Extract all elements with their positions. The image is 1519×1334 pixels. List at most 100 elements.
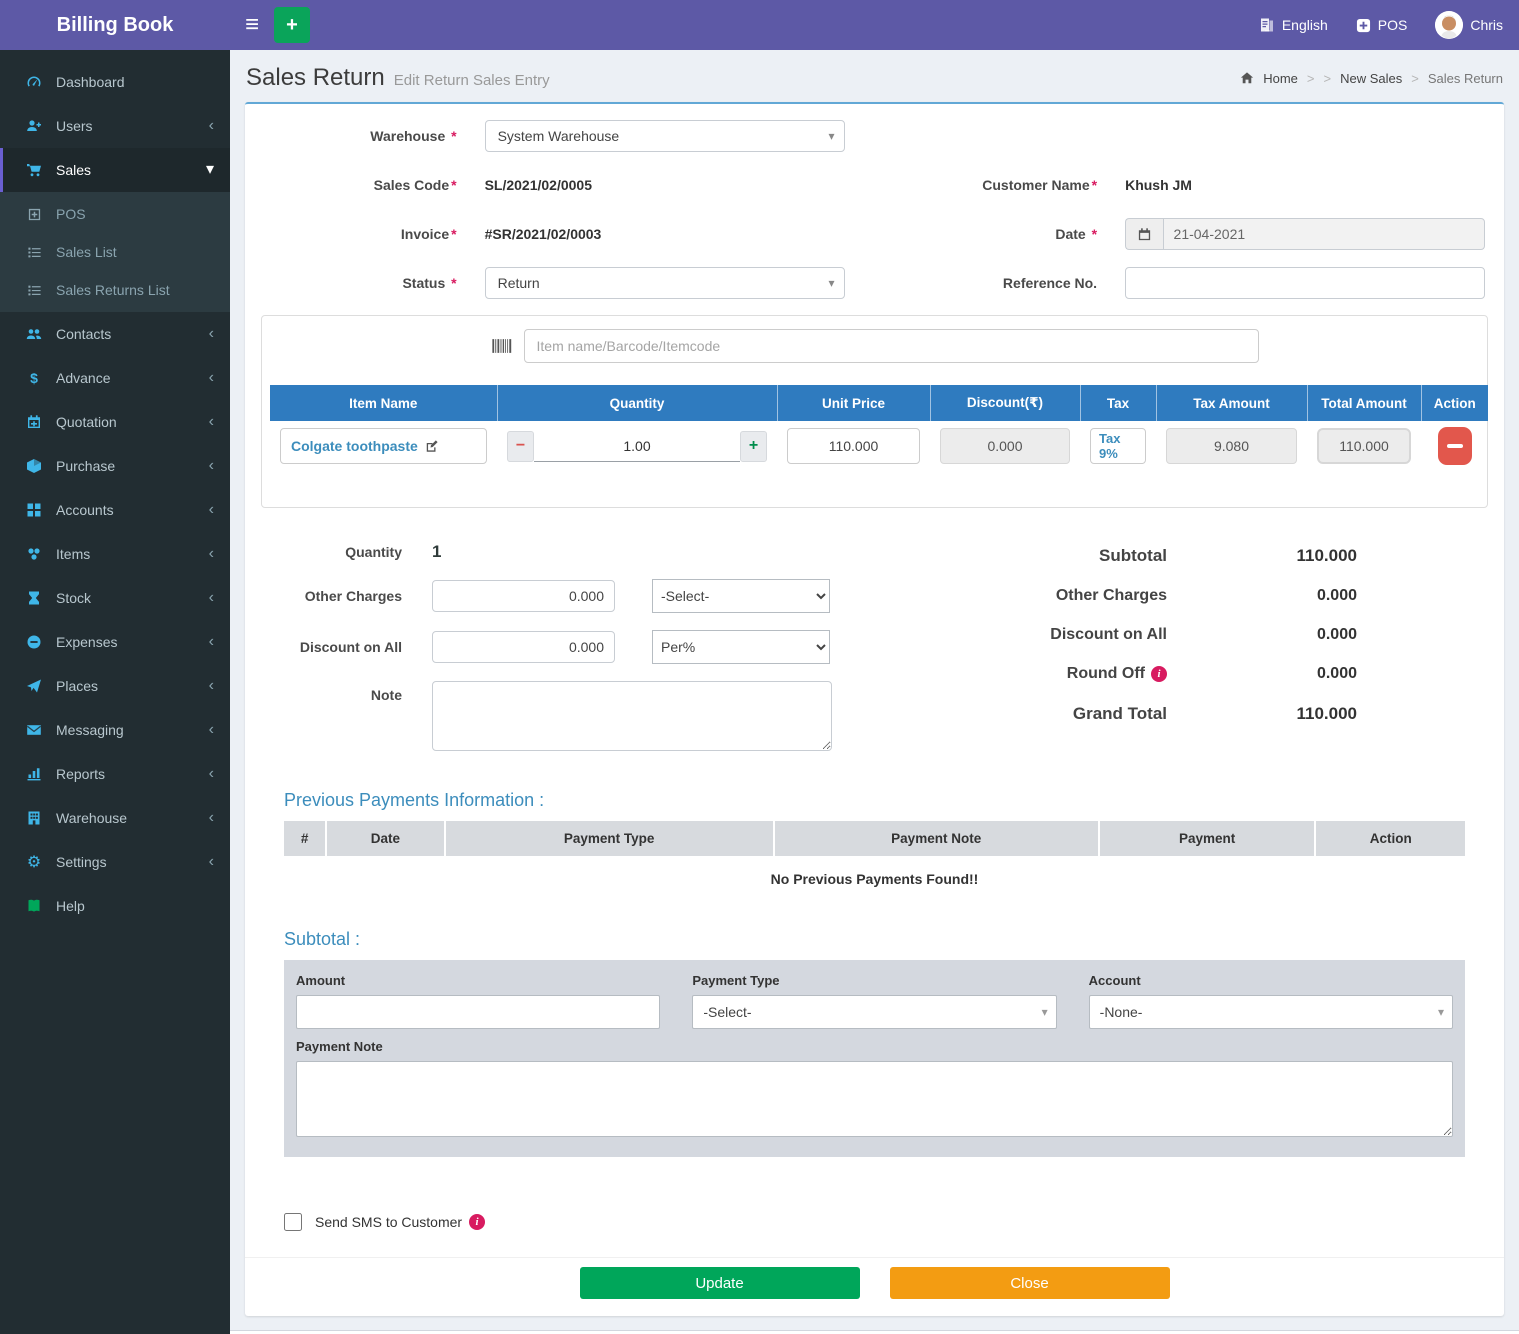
info-icon: i: [1151, 666, 1167, 682]
sales-return-panel: Warehouse * System Warehouse▾ Sales Code…: [245, 102, 1504, 1316]
page-title: Sales Return: [246, 64, 385, 91]
customer-name-label: Customer Name*: [905, 177, 1126, 193]
update-button[interactable]: Update: [580, 1267, 860, 1299]
send-sms-checkbox[interactable]: [284, 1213, 302, 1231]
other-charges-select[interactable]: -Select-: [652, 579, 830, 613]
quantity-input[interactable]: [534, 431, 740, 462]
sidebar-item-reports[interactable]: Reports ‹: [0, 752, 230, 796]
sidebar-item-label: Dashboard: [56, 74, 125, 90]
sidebar-item-users[interactable]: Users ‹: [0, 104, 230, 148]
chevron-left-icon: ‹: [209, 370, 214, 386]
totals-summary: Subtotal 110.000 Other Charges 0.000 Dis…: [948, 542, 1489, 768]
sidebar-item-label: Settings: [56, 854, 107, 870]
chevron-left-icon: ‹: [209, 502, 214, 518]
sidebar-item-label: Quotation: [56, 414, 117, 430]
total-amount-input[interactable]: [1317, 428, 1411, 464]
dollar-icon: $: [25, 370, 43, 386]
items-box: Item Name Quantity Unit Price Discount(₹…: [261, 315, 1488, 508]
sidebar-item-advance[interactable]: $ Advance ‹: [0, 356, 230, 400]
col-total-amount: Total Amount: [1307, 385, 1421, 421]
account-value: -None-: [1100, 1004, 1143, 1020]
account-select[interactable]: -None-▾: [1089, 995, 1453, 1029]
edit-item-icon[interactable]: [425, 439, 439, 453]
col-item-name: Item Name: [270, 385, 497, 421]
sidebar-item-label: Sales: [56, 162, 91, 178]
sidebar-item-places[interactable]: Places ‹: [0, 664, 230, 708]
chevron-left-icon: ‹: [209, 546, 214, 562]
col-unit-price: Unit Price: [777, 385, 930, 421]
quick-add-button[interactable]: +: [274, 7, 310, 43]
other-charges-total-value: 0.000: [1207, 587, 1357, 605]
sidebar-subitem-sales-list[interactable]: Sales List: [0, 233, 230, 271]
tax-select[interactable]: Tax 9%: [1090, 428, 1146, 464]
discount-on-all-input[interactable]: [432, 631, 615, 663]
other-charges-label: Other Charges: [260, 588, 432, 604]
sidebar-item-stock[interactable]: Stock ‹: [0, 576, 230, 620]
date-label: Date *: [905, 226, 1126, 242]
sidebar-item-messaging[interactable]: Messaging ‹: [0, 708, 230, 752]
no-payments-row: No Previous Payments Found!!: [284, 856, 1465, 913]
sidebar-item-quotation[interactable]: Quotation ‹: [0, 400, 230, 444]
remove-item-button[interactable]: [1438, 427, 1472, 465]
item-name-cell: Colgate toothpaste: [280, 428, 487, 464]
reference-no-label: Reference No.: [905, 275, 1126, 291]
hamburger-menu-icon[interactable]: ≡: [230, 0, 274, 50]
sidebar-item-settings[interactable]: ⚙ Settings ‹: [0, 840, 230, 884]
sidebar-item-items[interactable]: Items ‹: [0, 532, 230, 576]
breadcrumb-new-sales[interactable]: New Sales: [1340, 71, 1402, 86]
sidebar-item-help[interactable]: Help: [0, 884, 230, 928]
brand-logo[interactable]: Billing Book: [0, 0, 230, 50]
sidebar-item-label: Items: [56, 546, 90, 562]
sidebar-item-purchase[interactable]: Purchase ‹: [0, 444, 230, 488]
warehouse-label: Warehouse *: [264, 128, 485, 144]
close-button[interactable]: Close: [890, 1267, 1170, 1299]
quantity-decrease-button[interactable]: −: [507, 431, 534, 462]
discount-input: [940, 428, 1070, 464]
chevron-left-icon: ‹: [209, 590, 214, 606]
sidebar-item-accounts[interactable]: Accounts ‹: [0, 488, 230, 532]
amount-input[interactable]: [296, 995, 660, 1029]
sidebar-item-warehouse[interactable]: Warehouse ‹: [0, 796, 230, 840]
calendar-plus-icon: [25, 414, 43, 430]
pay-col-num: #: [284, 821, 326, 856]
invoice-value: #SR/2021/02/0003: [485, 226, 602, 242]
sidebar-item-expenses[interactable]: Expenses ‹: [0, 620, 230, 664]
building-icon: [25, 810, 43, 826]
items-table: Item Name Quantity Unit Price Discount(₹…: [270, 385, 1488, 471]
date-input[interactable]: [1163, 218, 1485, 250]
warehouse-select[interactable]: System Warehouse▾: [485, 120, 845, 152]
language-menu[interactable]: English: [1259, 17, 1328, 33]
quantity-total-value: 1: [432, 542, 441, 562]
sidebar-item-dashboard[interactable]: Dashboard: [0, 60, 230, 104]
payment-form-panel: Amount Payment Type -Select-▾ Account -N…: [284, 960, 1465, 1157]
sidebar-item-sales[interactable]: Sales ▾: [0, 148, 230, 192]
breadcrumb-home[interactable]: Home: [1263, 71, 1298, 86]
pos-shortcut[interactable]: POS: [1356, 17, 1408, 33]
user-menu[interactable]: Chris: [1435, 11, 1503, 39]
status-select-value: Return: [498, 275, 540, 291]
discount-unit-select[interactable]: Per%: [652, 630, 830, 664]
calendar-icon[interactable]: [1125, 218, 1162, 250]
status-select[interactable]: Return▾: [485, 267, 845, 299]
quantity-increase-button[interactable]: +: [740, 431, 767, 462]
sidebar-item-contacts[interactable]: Contacts ‹: [0, 312, 230, 356]
note-textarea[interactable]: [432, 681, 832, 751]
footer: Copyright © 2021 All rights reserved. Bi…: [230, 1330, 1519, 1334]
chevron-left-icon: ‹: [209, 854, 214, 870]
item-row: Colgate toothpaste − +: [270, 421, 1488, 471]
col-tax: Tax: [1080, 385, 1156, 421]
item-search-input[interactable]: [524, 329, 1259, 363]
breadcrumb-current: Sales Return: [1428, 71, 1503, 86]
reference-no-input[interactable]: [1125, 267, 1485, 299]
send-sms-label: Send SMS to Customeri: [315, 1214, 485, 1230]
tax-value: Tax 9%: [1099, 431, 1137, 461]
sidebar-subitem-pos[interactable]: POS: [0, 195, 230, 233]
sidebar-subitem-sales-returns-list[interactable]: Sales Returns List: [0, 271, 230, 309]
payment-note-textarea[interactable]: [296, 1061, 1453, 1137]
payment-type-select[interactable]: -Select-▾: [692, 995, 1056, 1029]
other-charges-input[interactable]: [432, 580, 615, 612]
invoice-label: Invoice*: [264, 226, 485, 242]
item-name-link[interactable]: Colgate toothpaste: [291, 438, 418, 454]
unit-price-input[interactable]: [787, 428, 920, 464]
payment-type-label: Payment Type: [692, 973, 1056, 988]
